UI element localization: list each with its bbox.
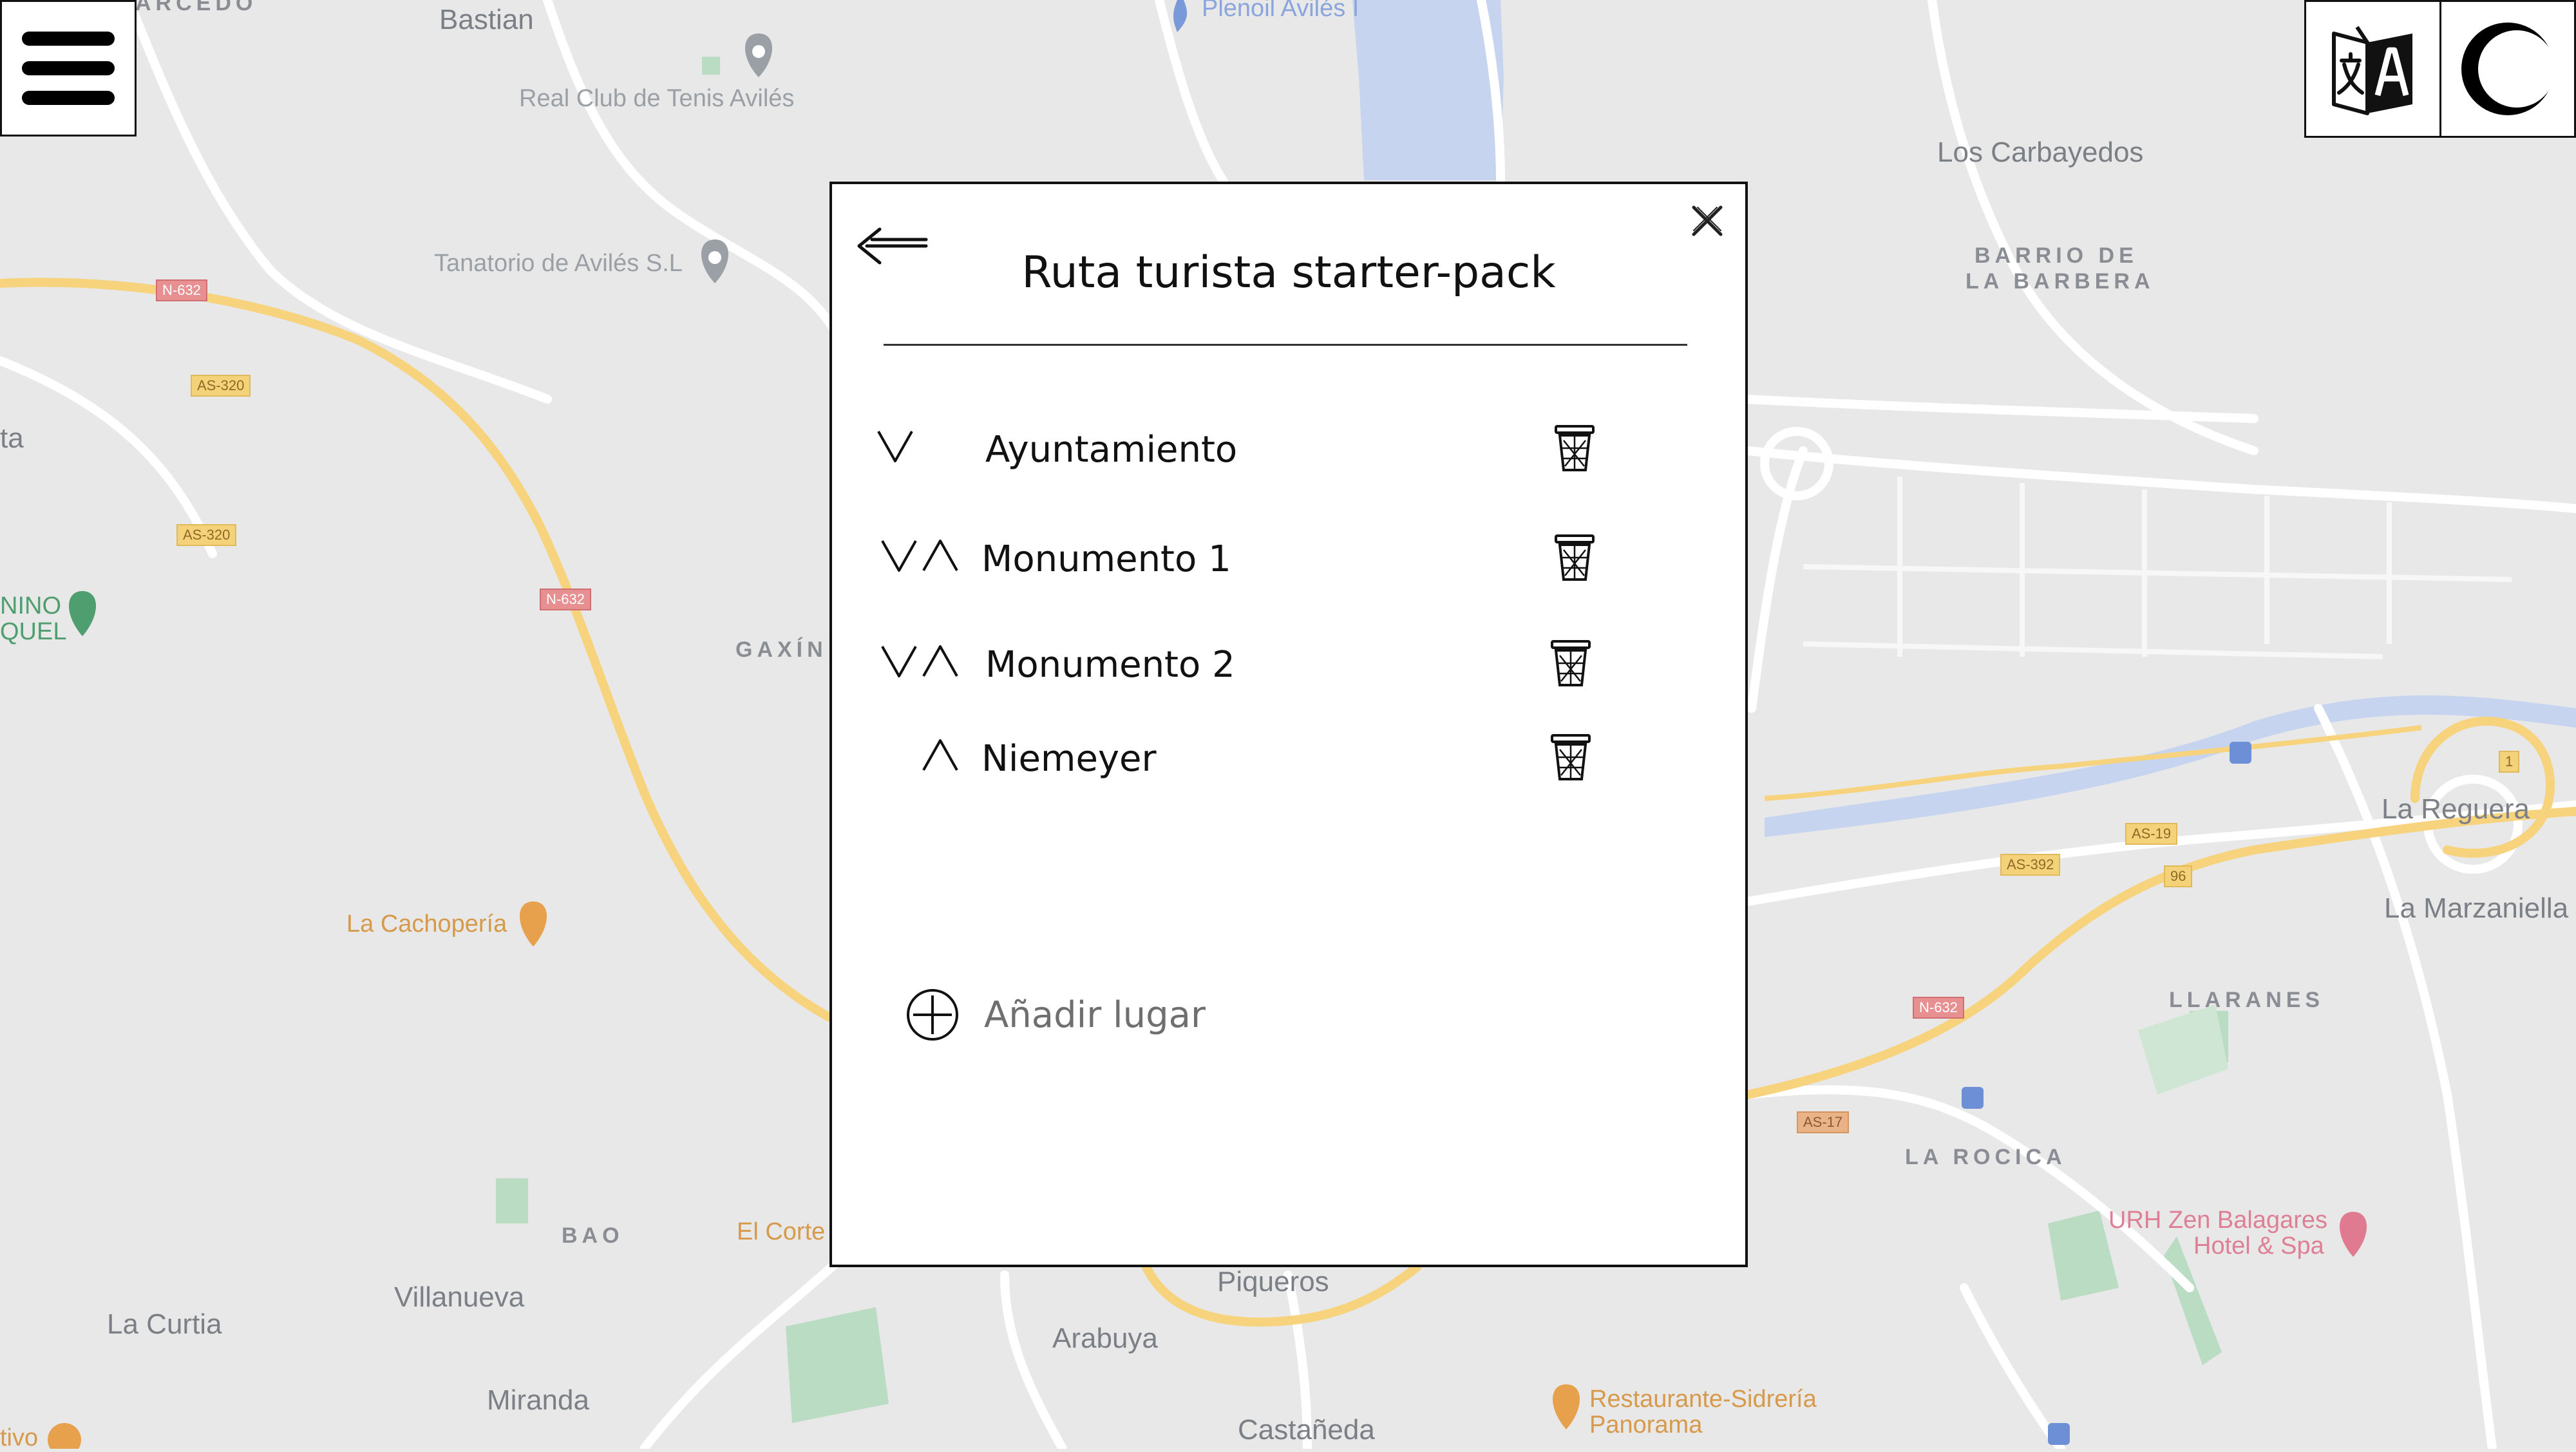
map-label-restaurante-2: Panorama [1589, 1411, 1703, 1438]
translate-icon [2332, 26, 2412, 115]
map-label-piqueros: Piqueros [1217, 1266, 1329, 1297]
map-label-ta: ta [0, 422, 24, 454]
map-label-el-corte: El Corte [737, 1218, 826, 1245]
map-label-la-rocica: LA ROCICA [1905, 1145, 2067, 1169]
delete-icon[interactable] [1552, 532, 1597, 583]
delete-icon[interactable] [1552, 422, 1597, 474]
road-shield-n632: N-632 [156, 279, 207, 301]
move-up-icon[interactable] [920, 532, 961, 578]
map-label-plenoil: Plenoil Avilés I [1202, 0, 1359, 22]
title-divider [884, 344, 1687, 346]
move-up-icon[interactable] [920, 731, 961, 778]
road-shield-1: 1 [2499, 751, 2520, 773]
map-label-tivo: tivo [0, 1424, 39, 1451]
map-label-carcedo: ARCEDO [135, 0, 258, 15]
theme-toggle-button[interactable] [2439, 0, 2576, 138]
route-item-label: Monumento 2 [985, 644, 1235, 686]
map-label-barrio-2: LA BARBERA [1965, 269, 2155, 294]
map-label-gaxin: GAXÍN [735, 637, 828, 662]
map-label-tanatorio: Tanatorio de Avilés S.L [434, 250, 683, 277]
road-shield-as320: AS-320 [191, 375, 251, 397]
map-label-real-club: Real Club de Tenis Avilés [519, 85, 795, 112]
close-button[interactable] [1689, 202, 1726, 240]
map-label-villanueva: Villanueva [394, 1281, 525, 1313]
road-shield-as320: AS-320 [176, 524, 237, 546]
menu-button[interactable] [0, 0, 137, 137]
map-label-arabuya: Arabuya [1052, 1323, 1158, 1354]
road-shield-96: 96 [2164, 865, 2193, 887]
map-label-cachoperia: La Cachopería [346, 910, 507, 938]
route-item-label: Niemeyer [981, 738, 1157, 780]
add-place-label: Añadir lugar [984, 994, 1206, 1036]
route-dialog: Ruta turista starter-pack Ayuntamiento M… [829, 182, 1748, 1267]
road-shield-as19: AS-19 [2125, 823, 2178, 845]
route-item: Monumento 1 [832, 519, 1745, 596]
route-item: Niemeyer [832, 719, 1745, 796]
move-up-icon[interactable] [920, 637, 961, 684]
delete-icon[interactable] [1548, 637, 1593, 689]
map-label-urh-1: URH Zen Balagares [2108, 1207, 2328, 1234]
road-shield-as17: AS-17 [1797, 1111, 1850, 1133]
add-circle-icon [907, 989, 958, 1041]
delete-icon[interactable] [1548, 731, 1593, 783]
move-down-icon[interactable] [875, 422, 916, 469]
map-label-bastian: Bastian [439, 4, 534, 35]
route-item: Ayuntamiento [832, 410, 1745, 487]
map-label-la-curtia: La Curtia [107, 1308, 222, 1340]
map-label-restaurante-1: Restaurante-Sidrería [1589, 1386, 1817, 1413]
route-item: Monumento 2 [832, 625, 1745, 702]
route-item-label: Monumento 1 [981, 538, 1231, 580]
map-label-castaneda: Castañeda [1238, 1414, 1375, 1446]
road-shield-as392: AS-392 [2000, 854, 2061, 876]
map-label-barrio-1: BARRIO DE [1975, 243, 2138, 268]
road-shield-n632: N-632 [1913, 997, 1964, 1019]
map-label-bao: BAO [562, 1223, 624, 1248]
map-label-nino-1: NINO [0, 592, 61, 619]
close-icon [1692, 205, 1723, 236]
road-shield-n632: N-632 [540, 589, 591, 610]
map-label-nino-2: QUEL [0, 618, 67, 645]
map-label-la-reguera: La Reguera [2382, 793, 2530, 825]
dark-mode-icon [2461, 23, 2555, 115]
map-label-la-marzaniella: La Marzaniella [2384, 892, 2569, 924]
dialog-title: Ruta turista starter-pack [1021, 247, 1556, 298]
map-label-urh-2: Hotel & Spa [2193, 1232, 2324, 1259]
move-down-icon[interactable] [878, 637, 920, 684]
move-down-icon[interactable] [878, 532, 920, 578]
map-label-carbayedos: Los Carbayedos [1937, 137, 2144, 168]
route-item-label: Ayuntamiento [985, 429, 1238, 471]
map-label-llaranes: LLARANES [2169, 988, 2325, 1012]
translate-button[interactable] [2304, 0, 2442, 138]
hamburger-menu-icon [22, 32, 115, 105]
map-label-miranda: Miranda [487, 1384, 589, 1416]
add-place-button[interactable]: Añadir lugar [904, 986, 1291, 1051]
